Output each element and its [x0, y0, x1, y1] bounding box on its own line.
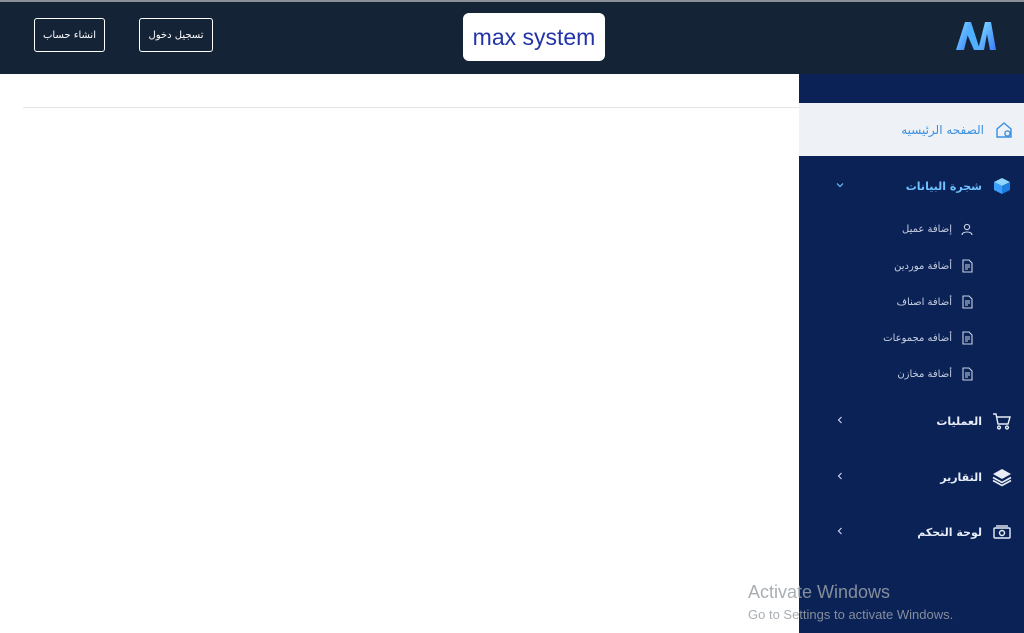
sidebar-item-label: شجرة البيانات [905, 179, 982, 193]
sidebar-subitem-label: أضافه مجموعات [883, 332, 952, 344]
sidebar-subitem-add-groups[interactable]: أضافه مجموعات [799, 327, 1024, 349]
sidebar-item-dashboard[interactable]: لوحة التحكم [799, 518, 1024, 546]
sidebar-item-data-tree[interactable]: شجرة البيانات [799, 172, 1024, 200]
login-button[interactable]: تسجيل دخول [139, 18, 213, 52]
activation-watermark-title: Activate Windows [748, 582, 891, 602]
sidebar-subitem-label: إضافة عميل [902, 223, 952, 235]
sidebar-item-label: العمليات [936, 414, 982, 428]
cash-icon [992, 522, 1012, 542]
sidebar-item-reports[interactable]: التقارير [799, 463, 1024, 491]
chevron-left-icon [837, 416, 842, 424]
m-logo-icon[interactable] [954, 20, 998, 52]
sidebar-subitem-label: أضافة موردين [894, 260, 952, 272]
signup-button[interactable]: انشاء حساب [34, 18, 105, 52]
sidebar-subitem-label: أضافة مخازن [897, 368, 952, 380]
cube-icon [992, 176, 1012, 196]
sidebar: الصفحه الرئيسيه شجرة البيانات إضافة عميل [799, 74, 1024, 633]
document-icon [960, 295, 974, 309]
content-divider [23, 107, 799, 108]
sidebar-subitem-add-items[interactable]: أضافة اصناف [799, 291, 1024, 313]
sidebar-item-label: الصفحه الرئيسيه [901, 122, 984, 137]
sidebar-item-label: التقارير [940, 470, 982, 484]
chevron-down-icon [836, 183, 844, 188]
activation-watermark-subtitle: Go to Settings to activate Windows. [748, 607, 954, 622]
document-icon [960, 367, 974, 381]
layers-icon [992, 467, 1012, 487]
sidebar-item-operations[interactable]: العمليات [799, 407, 1024, 435]
document-icon [960, 259, 974, 273]
top-navbar: انشاء حساب تسجيل دخول max system [0, 0, 1024, 74]
chevron-left-icon [837, 527, 842, 535]
sidebar-subitem-add-customer[interactable]: إضافة عميل [799, 218, 1024, 240]
sidebar-item-home[interactable]: الصفحه الرئيسيه [799, 103, 1024, 156]
sidebar-subitem-add-warehouses[interactable]: أضافة مخازن [799, 363, 1024, 385]
user-icon [960, 222, 974, 236]
brand-title[interactable]: max system [463, 13, 605, 61]
document-icon [960, 331, 974, 345]
sidebar-subitem-label: أضافة اصناف [896, 296, 952, 308]
chevron-left-icon [837, 472, 842, 480]
home-icon [994, 120, 1014, 140]
sidebar-item-label: لوحة التحكم [917, 525, 982, 539]
sidebar-subitem-add-suppliers[interactable]: أضافة موردين [799, 255, 1024, 277]
cart-icon [992, 411, 1012, 431]
